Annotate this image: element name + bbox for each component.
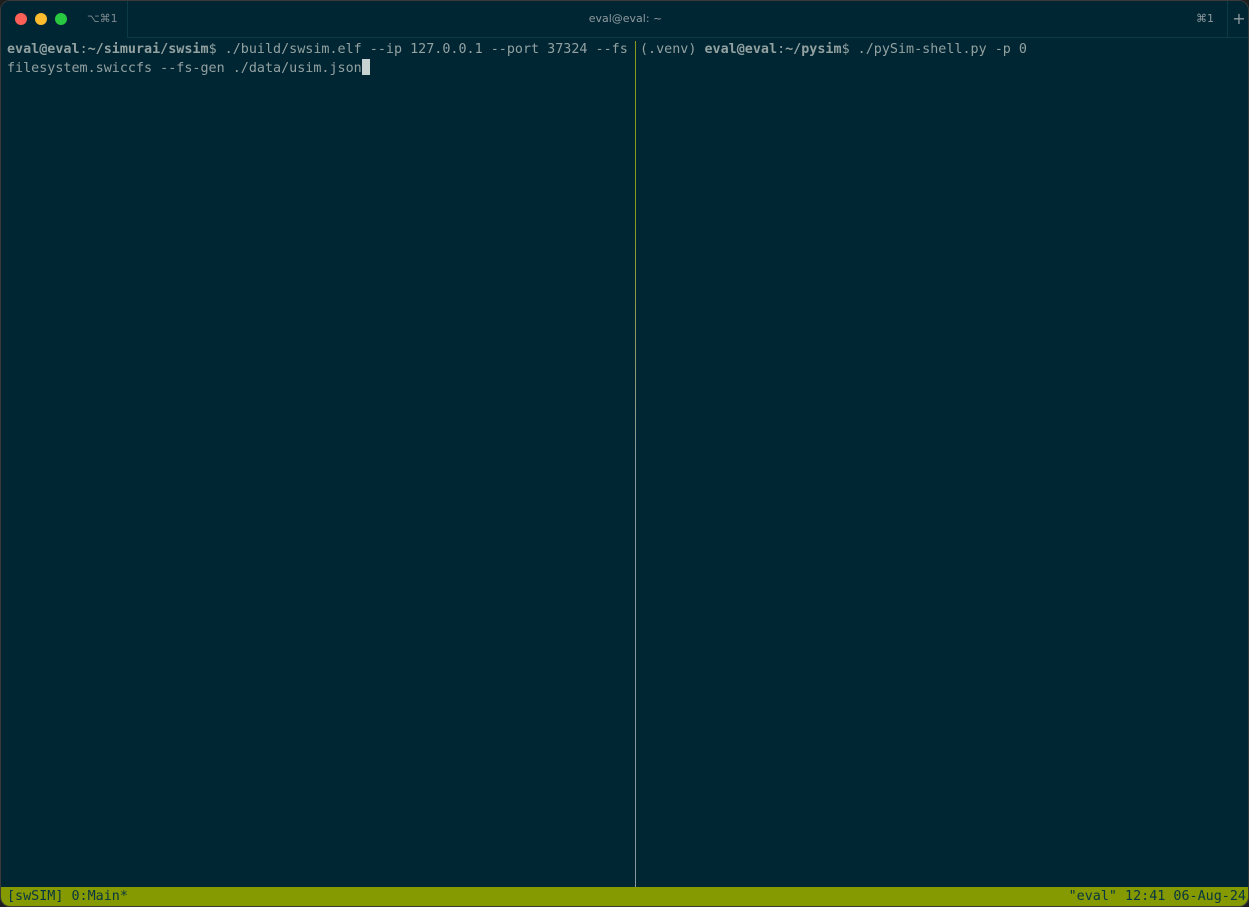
right-terminal-pane[interactable]: (.venv) eval@eval:~/pysim$ ./pySim-shell…	[640, 38, 1245, 890]
add-tab-button[interactable]: +	[1227, 1, 1248, 38]
window-title: eval@eval: ~	[588, 12, 663, 25]
command-text-line2: filesystem.swiccfs --fs-gen ./data/usim.…	[7, 61, 362, 76]
prompt-path: ~/pysim	[785, 42, 842, 57]
command-text: ./pySim-shell.py -p 0	[849, 42, 1027, 57]
prompt-separator: :	[79, 42, 88, 57]
status-host-time: "eval" 12:41 06-Aug-24	[1068, 889, 1246, 904]
command-text-line1: ./build/swsim.elf --ip 127.0.0.1 --port …	[216, 42, 628, 57]
tab-shortcut-right-label: ⌘1	[1196, 12, 1214, 25]
prompt-symbol: $	[841, 42, 850, 57]
prompt-user: eval@eval	[704, 42, 778, 57]
tmux-status-bar: [swSIM] 0:Main* "eval" 12:41 06-Aug-24	[1, 887, 1248, 906]
prompt-symbol: $	[208, 42, 217, 57]
title-bar: ⌥⌘1 eval@eval: ~ ⌘1 +	[1, 1, 1248, 38]
active-pane-indicator	[635, 41, 636, 461]
terminal-window: ⌥⌘1 eval@eval: ~ ⌘1 + eval@eval:~/simura…	[0, 0, 1249, 907]
prompt-path: ~/simurai/swsim	[87, 42, 209, 57]
venv-indicator: (.venv)	[640, 42, 705, 57]
prompt-user: eval@eval	[7, 42, 80, 57]
session-window-label[interactable]: [swSIM] 0:Main*	[7, 887, 128, 906]
left-terminal-pane[interactable]: eval@eval:~/simurai/swsim$ ./build/swsim…	[7, 38, 629, 890]
text-cursor	[361, 59, 370, 75]
prompt-separator: :	[777, 42, 786, 57]
